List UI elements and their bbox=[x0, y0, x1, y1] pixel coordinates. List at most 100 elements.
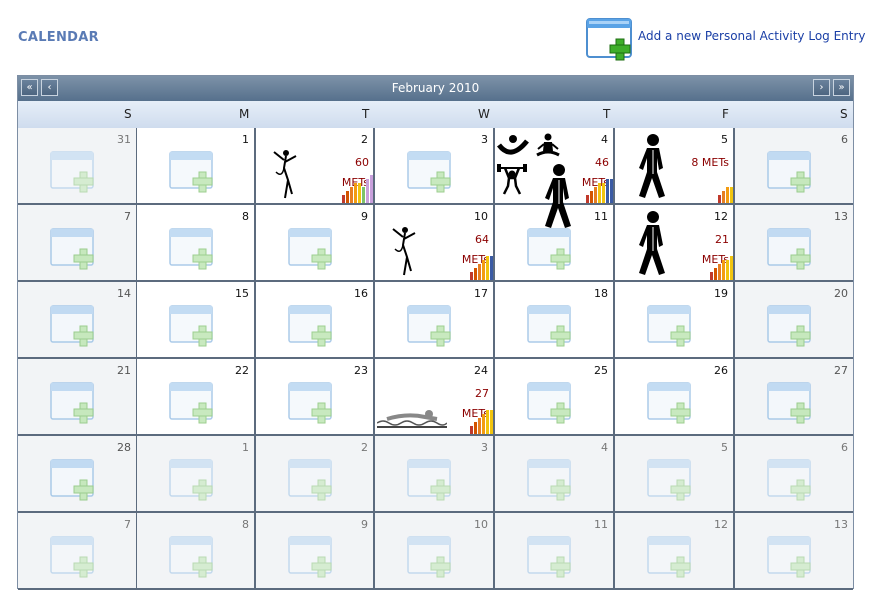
calendar-add-icon[interactable] bbox=[586, 17, 634, 61]
day-cell[interactable]: 13 bbox=[735, 205, 853, 282]
add-entry-icon[interactable] bbox=[527, 535, 573, 579]
add-entry-icon[interactable] bbox=[50, 227, 96, 271]
mets-value: 21 bbox=[715, 233, 729, 246]
add-entry-icon[interactable] bbox=[647, 304, 693, 348]
add-entry-icon[interactable] bbox=[407, 535, 453, 579]
day-cell[interactable]: 1 bbox=[137, 128, 256, 205]
day-number: 2 bbox=[361, 133, 368, 146]
add-entry-icon[interactable] bbox=[407, 304, 453, 348]
add-entry-label[interactable]: Add a new Personal Activity Log Entry bbox=[638, 29, 866, 43]
weekday-thu: T bbox=[603, 107, 611, 121]
day-cell[interactable]: 8 bbox=[137, 513, 256, 590]
day-number: 7 bbox=[124, 210, 131, 223]
next-year-button[interactable]: » bbox=[833, 79, 850, 96]
mets-bar bbox=[350, 187, 353, 203]
add-entry-icon[interactable] bbox=[767, 458, 813, 502]
add-entry-icon[interactable] bbox=[767, 535, 813, 579]
add-entry-icon[interactable] bbox=[50, 535, 96, 579]
day-cell[interactable]: 11 bbox=[495, 513, 615, 590]
day-cell[interactable]: 10 bbox=[375, 513, 495, 590]
add-entry-icon[interactable] bbox=[288, 227, 334, 271]
add-entry-icon[interactable] bbox=[169, 381, 215, 425]
day-cell[interactable]: 21 bbox=[18, 359, 138, 436]
add-entry-icon[interactable] bbox=[767, 227, 813, 271]
day-cell[interactable]: 31 bbox=[18, 128, 138, 205]
day-number: 16 bbox=[354, 287, 368, 300]
day-cell[interactable]: 6 bbox=[735, 128, 853, 205]
mets-bar bbox=[358, 183, 361, 203]
day-cell[interactable]: 2 bbox=[256, 436, 375, 513]
day-cell[interactable]: 25 bbox=[495, 359, 615, 436]
walking-icon bbox=[633, 134, 671, 204]
add-entry-icon[interactable] bbox=[169, 227, 215, 271]
add-entry-icon[interactable] bbox=[169, 535, 215, 579]
day-number: 25 bbox=[594, 364, 608, 377]
dancer-icon bbox=[268, 148, 300, 204]
day-cell[interactable]: 26 bbox=[615, 359, 735, 436]
day-number: 11 bbox=[594, 518, 608, 531]
day-cell[interactable]: 1 bbox=[137, 436, 256, 513]
day-cell[interactable]: 28 bbox=[18, 436, 138, 513]
day-number: 21 bbox=[117, 364, 131, 377]
day-cell[interactable]: 5 bbox=[615, 436, 735, 513]
add-entry-icon[interactable] bbox=[767, 304, 813, 348]
add-entry-icon[interactable] bbox=[288, 535, 334, 579]
add-entry-icon[interactable] bbox=[169, 304, 215, 348]
add-entry-icon[interactable] bbox=[407, 150, 453, 194]
day-cell[interactable]: 9 bbox=[256, 205, 375, 282]
day-cell[interactable]: 8 bbox=[137, 205, 256, 282]
day-cell[interactable]: 6 bbox=[735, 436, 853, 513]
add-entry-icon[interactable] bbox=[767, 381, 813, 425]
weekday-wed: W bbox=[478, 107, 490, 121]
add-entry-icon[interactable] bbox=[169, 458, 215, 502]
day-cell[interactable]: 3 bbox=[375, 436, 495, 513]
day-cell[interactable]: 15 bbox=[137, 282, 256, 359]
mets-bar bbox=[474, 422, 477, 434]
day-cell[interactable]: 3 bbox=[375, 128, 495, 205]
day-number: 26 bbox=[714, 364, 728, 377]
add-entry-icon[interactable] bbox=[50, 304, 96, 348]
day-cell[interactable]: 12 bbox=[615, 513, 735, 590]
day-cell[interactable]: 14 bbox=[18, 282, 138, 359]
day-cell[interactable]: 7 bbox=[18, 205, 138, 282]
next-month-button[interactable]: › bbox=[813, 79, 830, 96]
add-entry-icon[interactable] bbox=[288, 381, 334, 425]
weekday-mon: M bbox=[239, 107, 250, 121]
day-cell[interactable]: 5 8 METs bbox=[615, 128, 735, 205]
day-number: 10 bbox=[474, 210, 488, 223]
day-number: 19 bbox=[714, 287, 728, 300]
day-cell[interactable]: 9 bbox=[256, 513, 375, 590]
day-cell[interactable]: 27 bbox=[735, 359, 853, 436]
day-cell[interactable]: 4 bbox=[495, 436, 615, 513]
add-entry-icon[interactable] bbox=[288, 458, 334, 502]
add-entry-icon[interactable] bbox=[288, 304, 334, 348]
add-entry-icon[interactable] bbox=[647, 381, 693, 425]
day-number: 9 bbox=[361, 518, 368, 531]
day-cell[interactable]: 16 bbox=[256, 282, 375, 359]
add-entry-icon[interactable] bbox=[169, 150, 215, 194]
day-cell[interactable]: 18 bbox=[495, 282, 615, 359]
day-cell[interactable]: 20 bbox=[735, 282, 853, 359]
mets-bar bbox=[474, 268, 477, 280]
add-entry-icon[interactable] bbox=[647, 535, 693, 579]
add-entry-icon[interactable] bbox=[527, 458, 573, 502]
weekday-header: S M T W T F S bbox=[18, 101, 853, 129]
day-cell[interactable]: 7 bbox=[18, 513, 138, 590]
weekly-mets-bars bbox=[710, 256, 733, 280]
day-cell[interactable]: 19 bbox=[615, 282, 735, 359]
add-entry-icon[interactable] bbox=[527, 304, 573, 348]
day-cell[interactable]: 22 bbox=[137, 359, 256, 436]
day-number: 8 bbox=[242, 210, 249, 223]
day-cell[interactable]: 23 bbox=[256, 359, 375, 436]
add-entry-icon[interactable] bbox=[407, 458, 453, 502]
add-entry-icon[interactable] bbox=[527, 381, 573, 425]
add-entry-icon[interactable] bbox=[50, 381, 96, 425]
day-cell[interactable]: 17 bbox=[375, 282, 495, 359]
add-activity-entry-link[interactable]: Add a new Personal Activity Log Entry bbox=[586, 16, 866, 62]
add-entry-icon[interactable] bbox=[50, 150, 96, 194]
add-entry-icon[interactable] bbox=[50, 458, 96, 502]
add-entry-icon[interactable] bbox=[767, 150, 813, 194]
day-cell[interactable]: 13 bbox=[735, 513, 853, 590]
day-number: 12 bbox=[714, 210, 728, 223]
add-entry-icon[interactable] bbox=[647, 458, 693, 502]
